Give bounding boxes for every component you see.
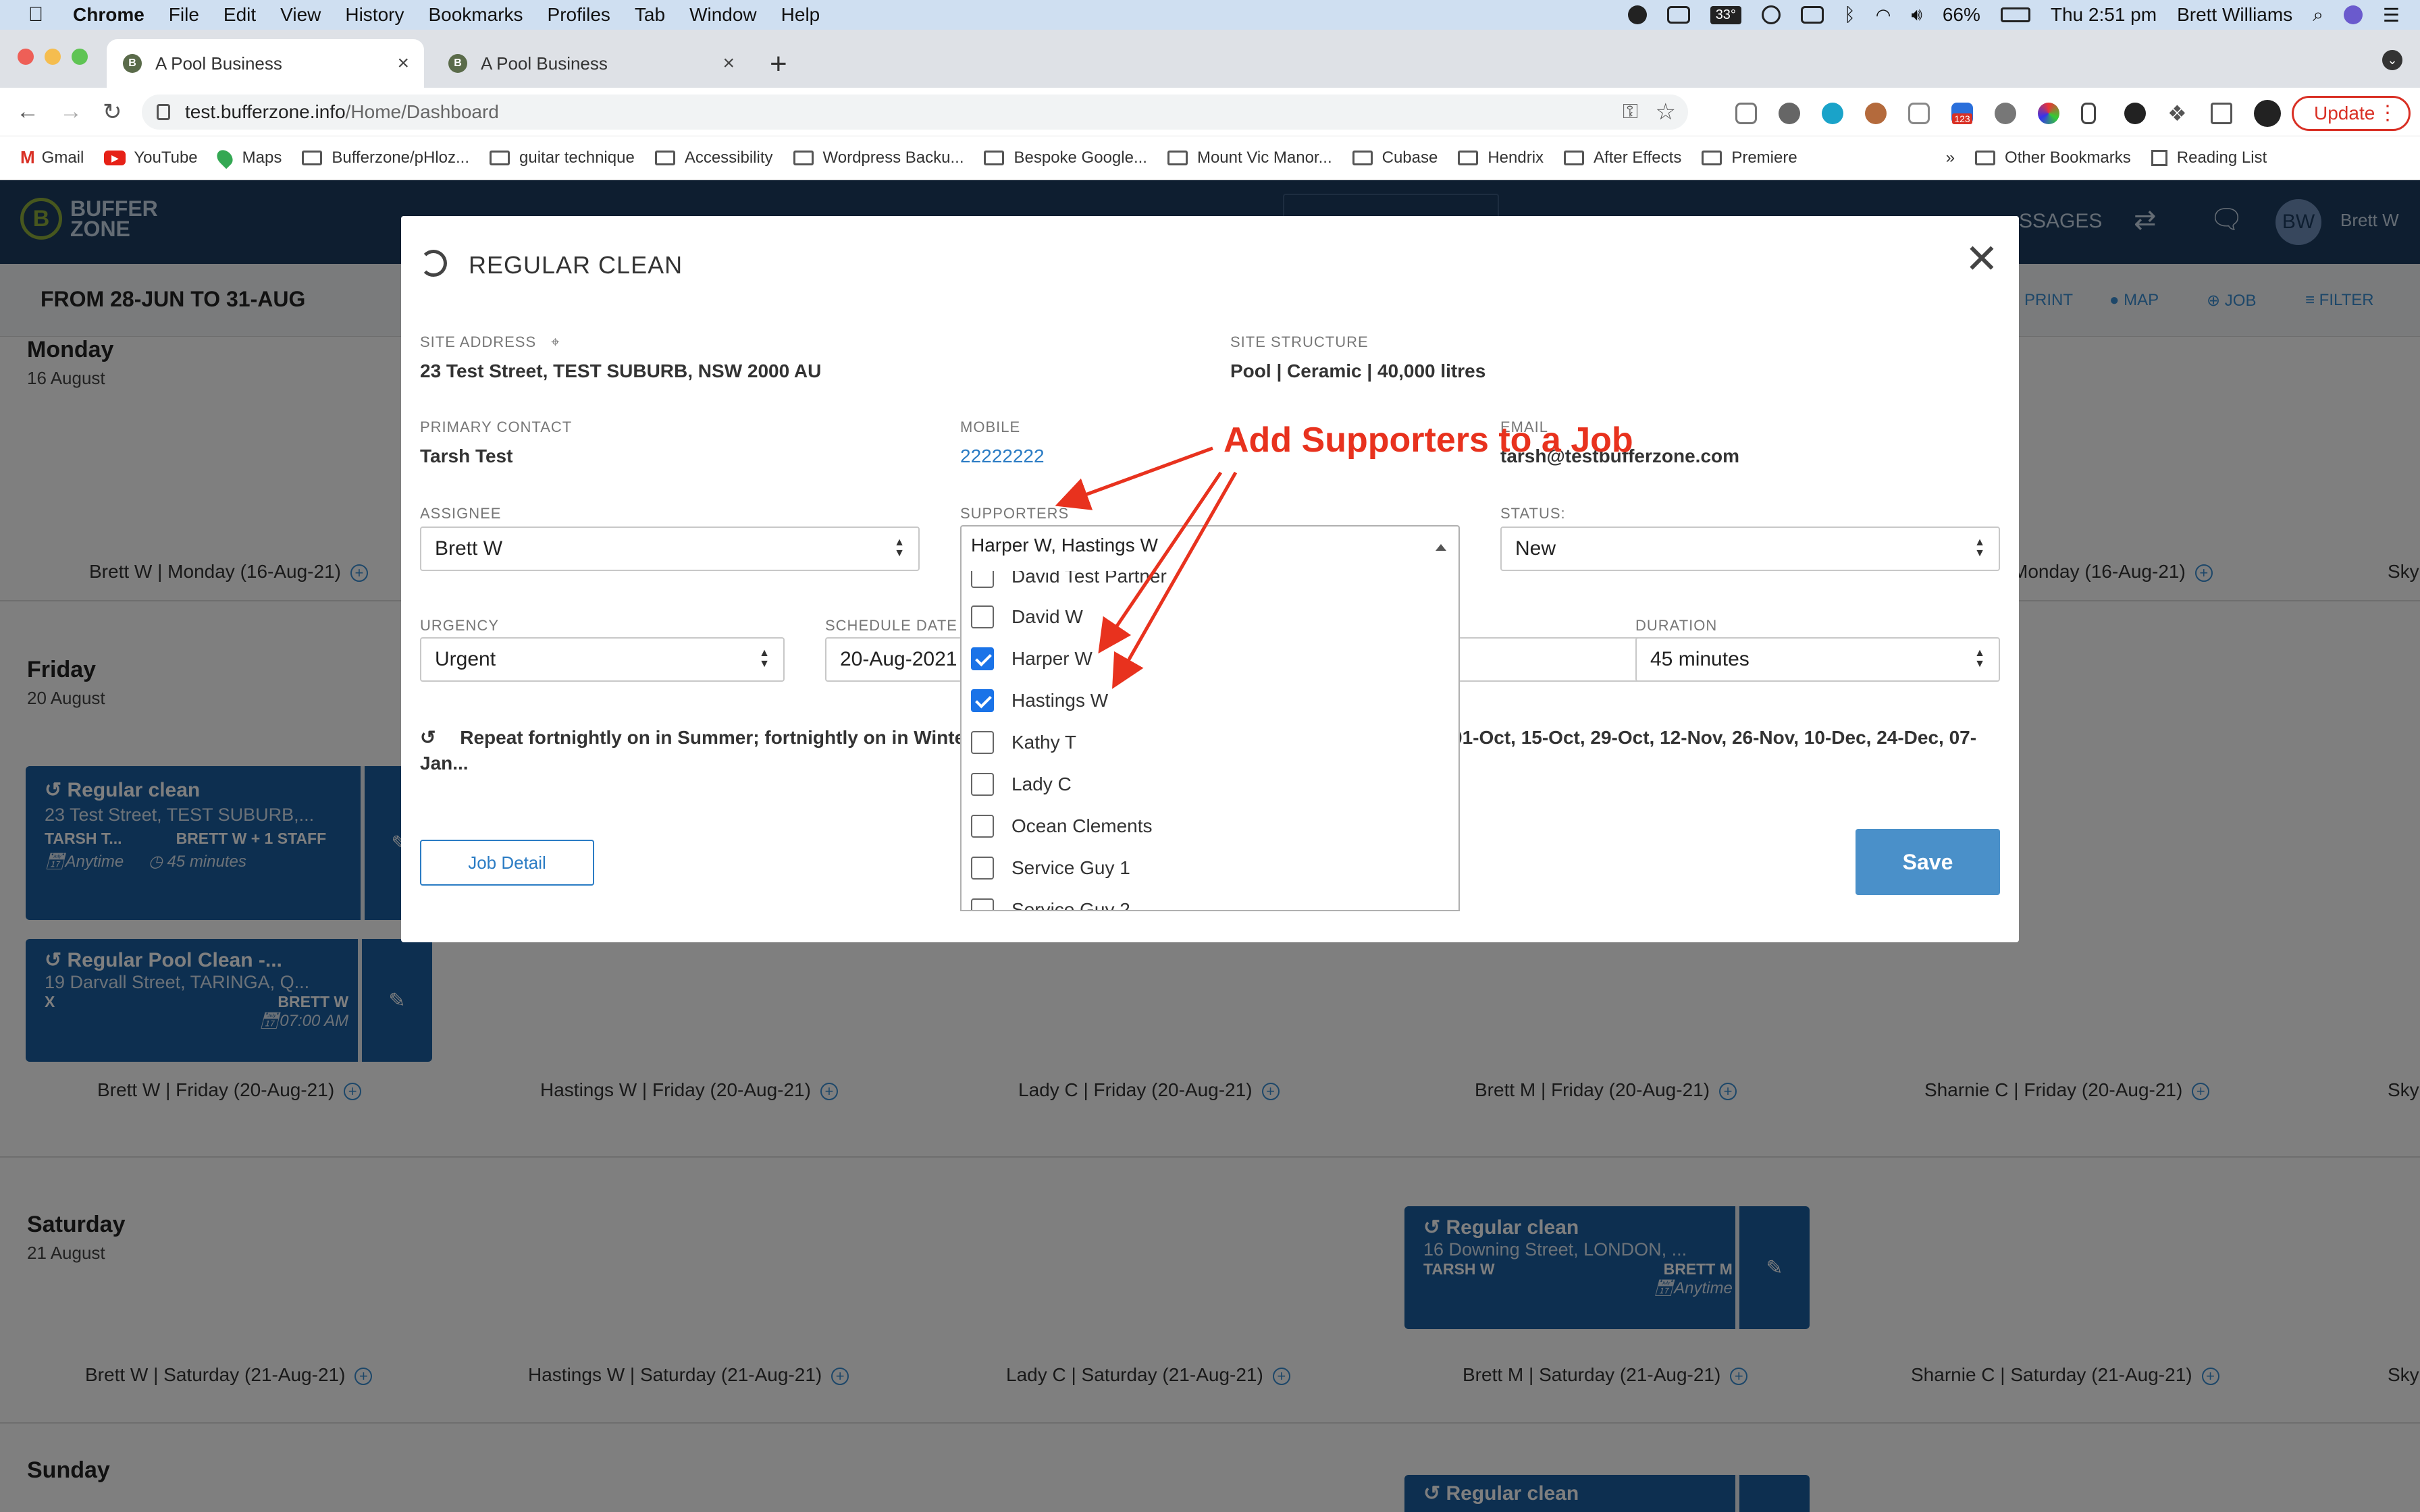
arrow-to-harper [1098,471,1223,654]
arrow-to-hastings [1112,471,1238,689]
arrow-to-supporters-label [1055,446,1213,510]
annotation-arrows [1055,446,1238,689]
